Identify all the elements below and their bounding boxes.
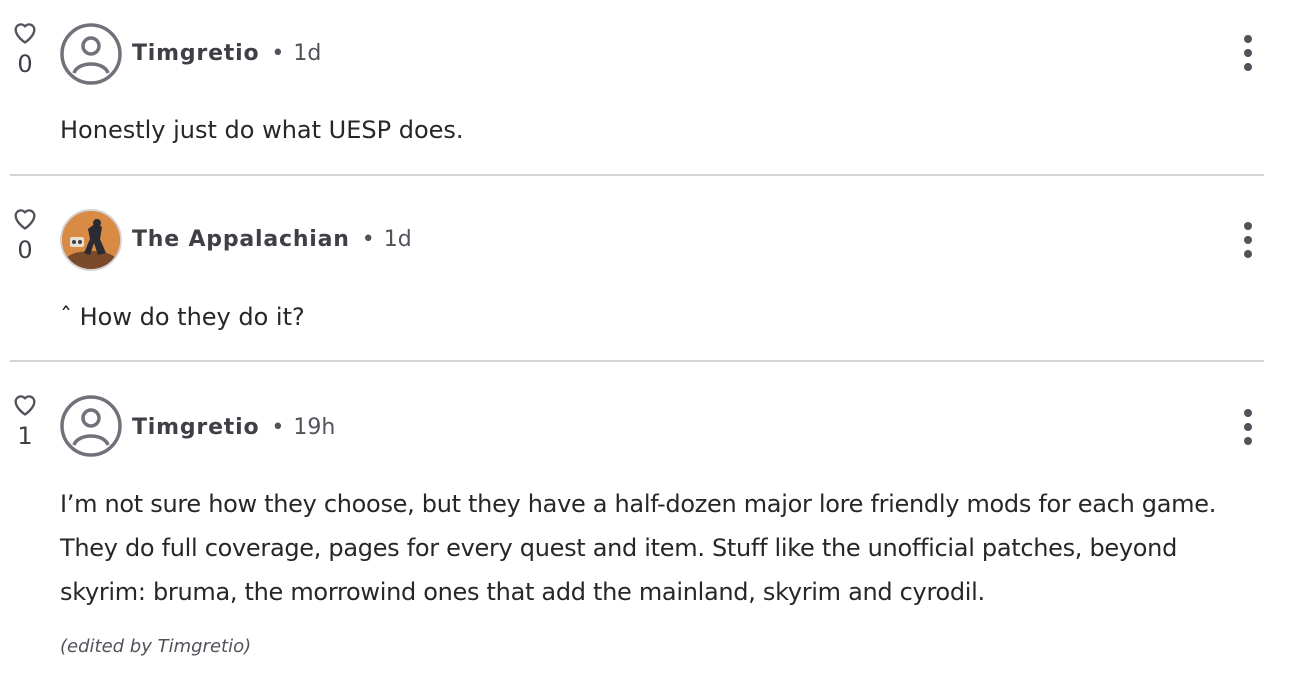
like-control: 1	[10, 390, 40, 448]
separator-dot: •	[271, 414, 285, 440]
heart-icon[interactable]	[10, 18, 40, 46]
more-options-icon[interactable]	[1232, 407, 1264, 447]
author-name[interactable]: Timgretio	[132, 41, 259, 66]
timestamp[interactable]: 1d	[293, 41, 321, 66]
avatar-illustration	[62, 211, 120, 269]
reply-item: 0 The Appalachian • 1d ˆ How do they do …	[10, 176, 1264, 362]
reply-header: Timgretio • 1d	[132, 38, 321, 68]
default-avatar-icon[interactable]	[60, 23, 122, 85]
timestamp[interactable]: 19h	[293, 415, 335, 440]
heart-icon[interactable]	[10, 390, 40, 418]
timestamp[interactable]: 1d	[384, 227, 412, 252]
like-control: 0	[10, 204, 40, 262]
user-avatar[interactable]	[60, 209, 122, 271]
heart-icon[interactable]	[10, 204, 40, 232]
author-name[interactable]: The Appalachian	[132, 227, 350, 252]
more-options-icon[interactable]	[1232, 220, 1264, 260]
reply-body: ˆ How do they do it?	[60, 303, 305, 331]
reply-item: 0 Timgretio • 1d Honestly just do what U…	[10, 0, 1264, 176]
like-count: 0	[17, 50, 33, 78]
like-control: 0	[10, 18, 40, 76]
edited-note: (edited by Timgretio)	[60, 636, 252, 657]
like-count: 1	[17, 422, 33, 450]
separator-dot: •	[271, 40, 285, 66]
reply-header: The Appalachian • 1d	[132, 224, 412, 254]
default-avatar-icon[interactable]	[60, 395, 122, 457]
reply-item: 1 Timgretio • 19h I’m not sure how they …	[10, 362, 1264, 682]
reply-body: I’m not sure how they choose, but they h…	[60, 490, 1217, 606]
separator-dot: •	[361, 226, 375, 252]
reply-header: Timgretio • 19h	[132, 412, 335, 442]
reply-body: Honestly just do what UESP does.	[60, 116, 464, 144]
like-count: 0	[17, 236, 33, 264]
more-options-icon[interactable]	[1232, 33, 1264, 73]
author-name[interactable]: Timgretio	[132, 415, 259, 440]
